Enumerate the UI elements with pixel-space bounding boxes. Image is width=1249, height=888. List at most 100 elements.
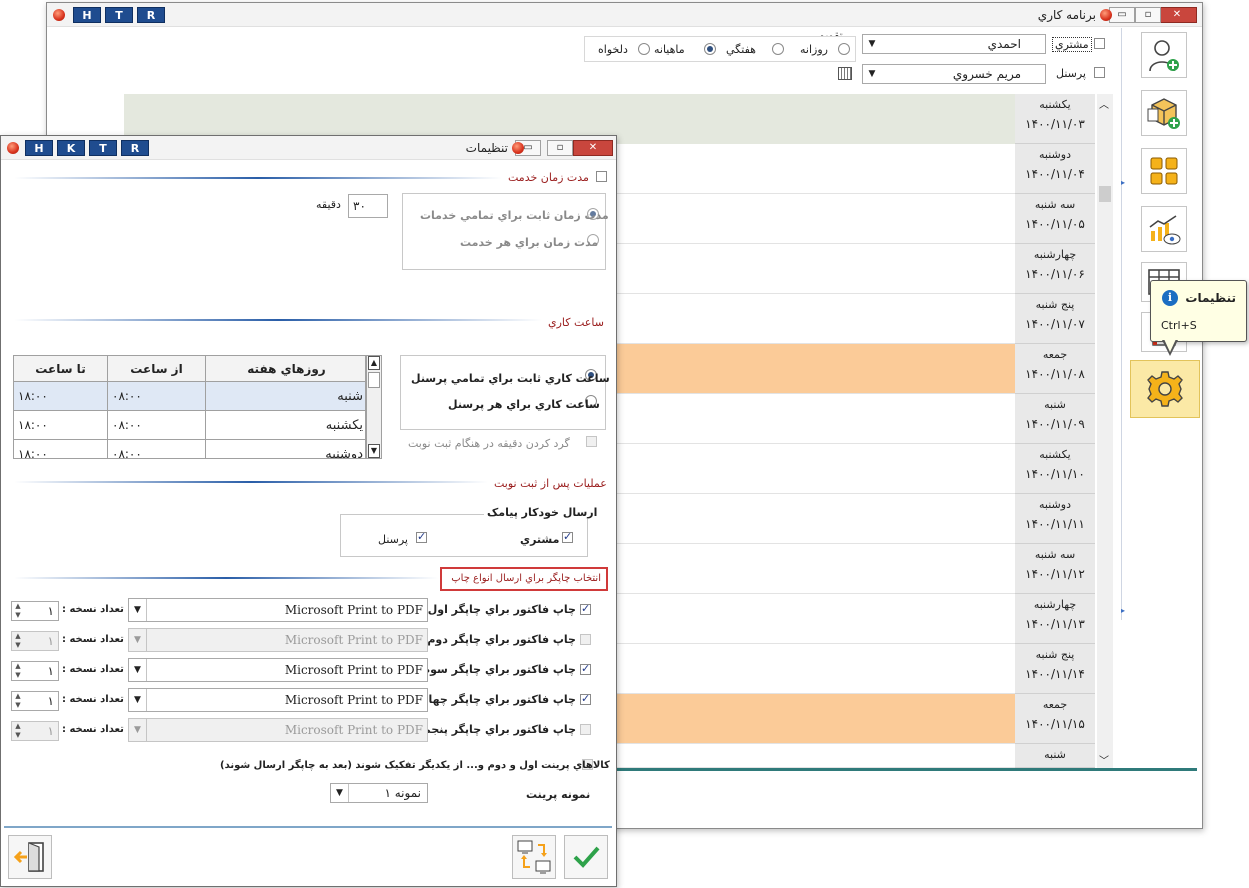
schedule-row[interactable]	[617, 444, 1015, 494]
schedule-row[interactable]	[617, 294, 1015, 344]
schedule-row[interactable]	[617, 344, 1015, 394]
printer-2-combo[interactable]: ▼ Microsoft Print to PDF	[128, 628, 428, 652]
dialog-r-button[interactable]: R	[121, 140, 149, 156]
stepper-up-icon[interactable]: ▲	[12, 692, 24, 701]
analytics-button[interactable]	[1141, 206, 1187, 252]
schedule-row[interactable]	[617, 144, 1015, 194]
scroll-thumb[interactable]	[1099, 186, 1111, 202]
transfer-settings-button[interactable]	[512, 835, 556, 879]
printer-3-checkbox[interactable]	[580, 662, 591, 675]
sidebar-collapse-arrow-icon-2[interactable]: ▸	[1121, 606, 1125, 615]
minutes-input[interactable]: ۳۰	[348, 194, 388, 218]
table-row[interactable]: ۱۸:۰۰ ۰۸:۰۰ شنبه	[14, 381, 365, 411]
customer-filter-checkbox[interactable]	[1094, 38, 1105, 49]
copies-stepper[interactable]: ▲ ▼ ۱	[11, 691, 59, 711]
scroll-thumb[interactable]	[368, 372, 380, 388]
hours-col-to[interactable]: تا ساعت	[14, 356, 108, 382]
dialog-maximize-button[interactable]: ▫	[547, 140, 573, 156]
printer-5-combo[interactable]: ▼ Microsoft Print to PDF	[128, 718, 428, 742]
scroll-down-icon[interactable]: ▼	[368, 444, 380, 458]
stepper-up-icon[interactable]: ▲	[12, 632, 24, 641]
view-daily-radio[interactable]	[838, 43, 850, 55]
stepper-down-icon[interactable]: ▼	[12, 701, 24, 710]
copies-stepper[interactable]: ▲ ▼ ۱	[11, 661, 59, 681]
table-row[interactable]: ۱۸:۰۰ ۰۸:۰۰ يکشنبه	[14, 410, 365, 440]
scroll-up-icon[interactable]: ︿	[1099, 96, 1109, 111]
stepper-up-icon[interactable]: ▲	[12, 602, 24, 611]
printer-3-combo[interactable]: ▼ Microsoft Print to PDF	[128, 658, 428, 682]
hours-col-from[interactable]: از ساعت	[107, 356, 206, 382]
copies-stepper[interactable]: ▲ ▼ ۱	[11, 601, 59, 621]
view-custom-radio[interactable]	[638, 43, 650, 55]
service-duration-checkbox[interactable]	[596, 171, 607, 182]
stepper-up-icon[interactable]: ▲	[12, 722, 24, 731]
personnel-filter-checkbox[interactable]	[1094, 67, 1105, 78]
hours-table-wrap[interactable]: تا ساعت از ساعت روزهاي هفته ۱۸:۰۰ ۰۸:۰۰ …	[13, 355, 366, 459]
copies-stepper[interactable]: ▲ ▼ ۱	[11, 631, 59, 651]
printer-4-combo[interactable]: ▼ Microsoft Print to PDF	[128, 688, 428, 712]
schedule-row[interactable]	[617, 244, 1015, 294]
schedule-row[interactable]	[617, 544, 1015, 594]
copies-stepper[interactable]: ▲ ▼ ۱	[11, 721, 59, 741]
calendar-picker-icon[interactable]	[838, 67, 852, 80]
schedule-row[interactable]	[617, 494, 1015, 544]
schedule-row[interactable]	[617, 644, 1015, 694]
main-t-button[interactable]: T	[105, 7, 133, 23]
printer-4-checkbox[interactable]	[580, 692, 591, 705]
scroll-down-icon[interactable]: ﹀	[1099, 752, 1109, 767]
hours-table-scrollbar[interactable]: ▲ ▼	[366, 355, 382, 459]
sample-print-label: نمونه پرينت	[526, 788, 591, 801]
sample-print-combo[interactable]: ▼ نمونه ۱	[330, 783, 428, 803]
printer-1-combo[interactable]: ▼ Microsoft Print to PDF	[128, 598, 428, 622]
day-date: ۱۴۰۰/۱۱/۱۴	[1025, 667, 1085, 681]
view-monthly-radio[interactable]	[704, 43, 716, 55]
confirm-button[interactable]	[564, 835, 608, 879]
main-bottom-line	[617, 768, 1197, 771]
dialog-k-button[interactable]: K	[57, 140, 85, 156]
personnel-combo[interactable]: ▼ مريم خسروي	[862, 64, 1046, 84]
hours-col-day[interactable]: روزهاي هفته	[205, 356, 365, 382]
scroll-up-icon[interactable]: ▲	[368, 356, 380, 370]
stepper-down-icon[interactable]: ▼	[12, 731, 24, 740]
table-row[interactable]: ۱۸:۰۰ ۰۸:۰۰ دوشنبه	[14, 439, 365, 458]
main-minimize-button[interactable]: ▭	[1109, 7, 1135, 23]
sidebar-collapse-arrow-icon[interactable]: ▸	[1121, 178, 1125, 187]
add-product-button[interactable]	[1141, 90, 1187, 136]
printer-3-label: چاپ فاکتور براي چاپگر سوم	[422, 663, 576, 676]
day-header-cell: جمعه ۱۴۰۰/۱۱/۰۸	[1015, 344, 1095, 394]
dialog-close-button[interactable]: ✕	[573, 140, 613, 156]
sms-personnel-checkbox[interactable]	[416, 530, 427, 543]
main-maximize-button[interactable]: ▫	[1135, 7, 1161, 23]
main-close-button[interactable]: ✕	[1157, 7, 1197, 23]
view-weekly-radio[interactable]	[772, 43, 784, 55]
separate-items-label: کالاهاي پرينت اول و دوم و... از يکديگر ت…	[220, 760, 610, 771]
customer-combo[interactable]: ▼ احمدي	[862, 34, 1046, 54]
schedule-row[interactable]	[617, 744, 1015, 768]
stepper-down-icon[interactable]: ▼	[12, 611, 24, 620]
printer-5-checkbox[interactable]	[580, 724, 591, 735]
stepper-down-icon[interactable]: ▼	[12, 671, 24, 680]
stepper-down-icon[interactable]: ▼	[12, 641, 24, 650]
settings-button[interactable]	[1130, 360, 1200, 418]
day-date: ۱۴۰۰/۱۱/۰۵	[1025, 217, 1085, 231]
schedule-row[interactable]	[617, 694, 1015, 744]
dashboard-button[interactable]	[1141, 148, 1187, 194]
schedule-row[interactable]	[617, 594, 1015, 644]
dialog-title: تنظيمات	[465, 141, 508, 155]
work-hours-title: ساعت کاري	[548, 316, 604, 329]
add-user-button[interactable]	[1141, 32, 1187, 78]
round-minutes-checkbox[interactable]	[586, 436, 597, 447]
schedule-row[interactable]	[617, 194, 1015, 244]
main-h-button[interactable]: H	[73, 7, 101, 23]
dialog-t-button[interactable]: T	[89, 140, 117, 156]
schedule-scrollbar[interactable]: ︿ ﹀	[1097, 94, 1113, 768]
printer-1-checkbox[interactable]	[580, 602, 591, 615]
stepper-up-icon[interactable]: ▲	[12, 662, 24, 671]
dialog-h-button[interactable]: H	[25, 140, 53, 156]
sms-customer-checkbox[interactable]	[562, 530, 573, 543]
printer-2-checkbox[interactable]	[580, 634, 591, 645]
schedule-row[interactable]	[617, 394, 1015, 444]
day-header-cell: جمعه ۱۴۰۰/۱۱/۱۵	[1015, 694, 1095, 744]
main-r-button[interactable]: R	[137, 7, 165, 23]
exit-button[interactable]	[8, 835, 52, 879]
